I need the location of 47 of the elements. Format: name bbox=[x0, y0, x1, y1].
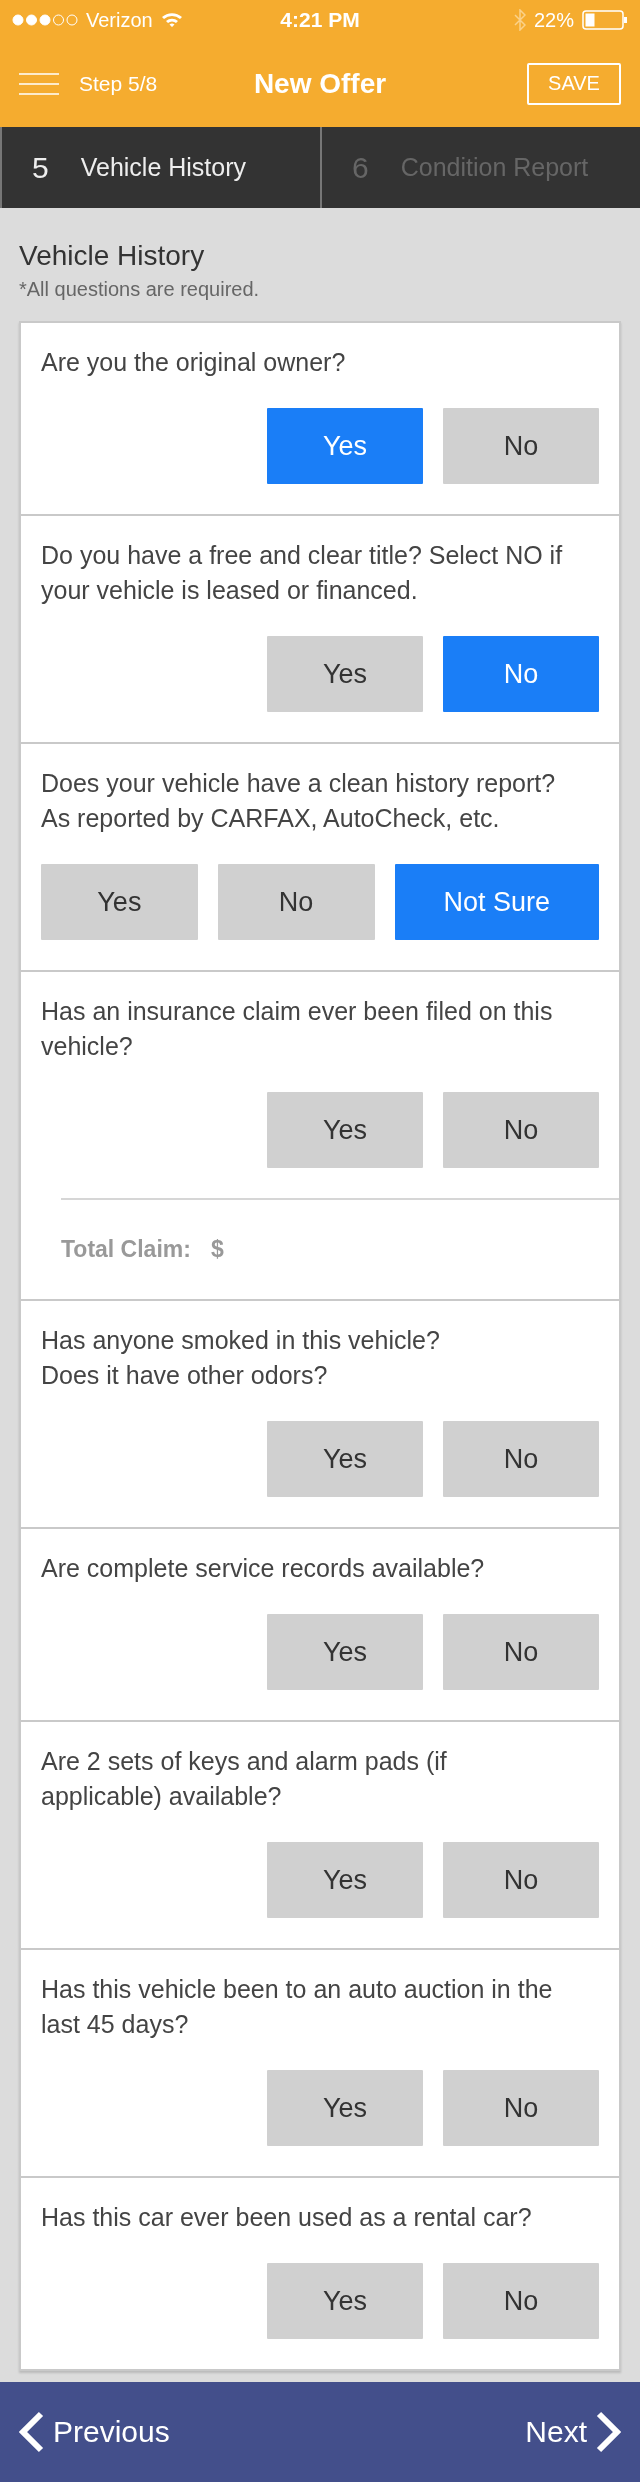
answer-button[interactable]: No bbox=[443, 1421, 599, 1497]
bluetooth-icon bbox=[513, 9, 526, 31]
battery-percent: 22% bbox=[533, 8, 574, 32]
answer-button[interactable]: Yes bbox=[267, 1421, 423, 1497]
answer-button[interactable]: No bbox=[443, 408, 599, 484]
question-text: Do you have a free and clear title? Select NO if your vehicle is leased or financed. bbox=[41, 540, 564, 606]
answer-button[interactable]: Yes bbox=[267, 636, 423, 712]
question-text: Are 2 sets of keys and alarm pads (if applicable) available? bbox=[41, 1746, 448, 1812]
answer-button[interactable]: Yes bbox=[267, 2263, 423, 2339]
step-tab[interactable]: 5 Vehicle History bbox=[0, 127, 320, 208]
answer-button[interactable]: Yes bbox=[267, 1614, 423, 1690]
question-text: Has this car ever been used as a rental car? bbox=[41, 2202, 533, 2233]
claim-label: Total Claim: bbox=[61, 1236, 191, 1263]
question-text: Has this vehicle been to an auto auction in the last 45 days? bbox=[41, 1974, 554, 2040]
answer-button[interactable]: Yes bbox=[267, 1092, 423, 1168]
answer-button[interactable]: No bbox=[443, 1614, 599, 1690]
answer-button[interactable]: Yes bbox=[267, 408, 423, 484]
page-title: New Offer bbox=[253, 67, 387, 99]
wifi-icon bbox=[160, 12, 183, 28]
next-button[interactable]: Next bbox=[525, 2411, 621, 2453]
question-text: Are complete service records available? bbox=[41, 1553, 486, 1584]
chevron-left-icon bbox=[19, 2411, 45, 2453]
answer-button[interactable]: No bbox=[443, 1092, 599, 1168]
signal-icon bbox=[12, 14, 78, 26]
carrier-name: Verizon bbox=[86, 8, 153, 32]
question-text: Does your vehicle have a clean history report? As reported by CARFAX, AutoCheck, etc. bbox=[41, 768, 557, 834]
question-text: Has an insurance claim ever been filed on this vehicle? bbox=[41, 996, 554, 1062]
answer-button[interactable]: Yes bbox=[267, 2070, 423, 2146]
previous-button[interactable]: Previous bbox=[19, 2411, 170, 2453]
answer-button[interactable]: Yes bbox=[41, 864, 198, 940]
answer-button[interactable]: Yes bbox=[267, 1842, 423, 1918]
question-text: Has anyone smoked in this vehicle? Does it have other odors? bbox=[41, 1325, 441, 1391]
answer-button[interactable]: No bbox=[443, 2263, 599, 2339]
battery-icon bbox=[582, 10, 628, 30]
answer-button[interactable]: Not Sure bbox=[394, 864, 599, 940]
answer-button[interactable]: No bbox=[443, 1842, 599, 1918]
answer-button[interactable]: No bbox=[443, 636, 599, 712]
required-note: *All questions are required. bbox=[19, 278, 261, 301]
answer-button[interactable]: No bbox=[443, 2070, 599, 2146]
step-counter: Step 5/8 bbox=[79, 71, 158, 96]
section-title: Vehicle History bbox=[19, 240, 206, 272]
question-text: Are you the original owner? bbox=[41, 347, 347, 378]
menu-icon[interactable] bbox=[19, 72, 59, 95]
clock-time: 4:21 PM bbox=[280, 8, 360, 32]
currency-sign: $ bbox=[210, 1236, 224, 1263]
chevron-right-icon bbox=[595, 2411, 621, 2453]
answer-button[interactable]: No bbox=[217, 864, 375, 940]
